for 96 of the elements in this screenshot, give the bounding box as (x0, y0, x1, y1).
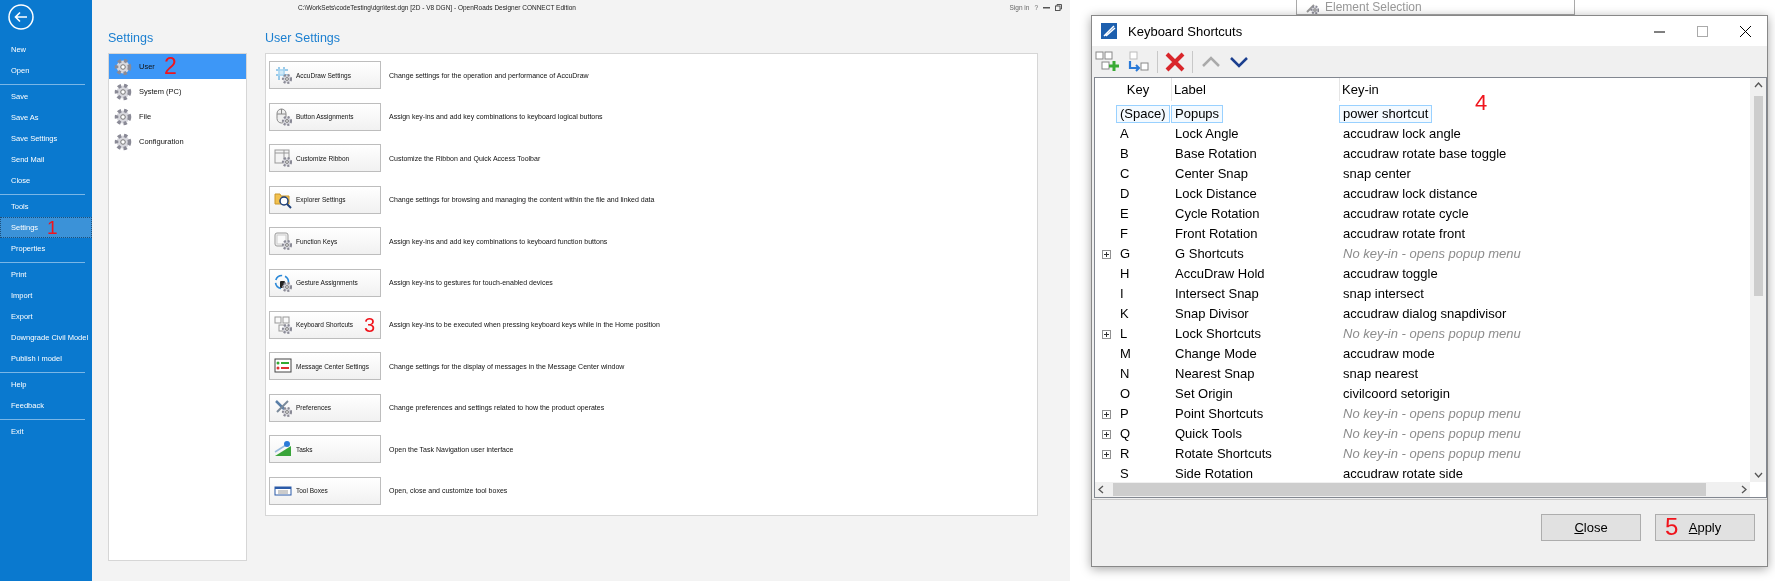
annotation-number: 3 (364, 314, 376, 335)
annotation-number: 5 (1665, 515, 1679, 539)
app-icon (1100, 22, 1118, 40)
restore-icon[interactable] (1055, 3, 1062, 11)
label-cell-text: Cycle Rotation (1174, 205, 1261, 223)
grid-gear-icon (274, 66, 292, 84)
label-cell-text: Quick Tools (1174, 425, 1243, 443)
expand-icon[interactable] (1102, 249, 1111, 259)
keyin-cell-text: accudraw mode (1342, 345, 1436, 363)
keyin-cell-text: snap nearest (1342, 365, 1420, 383)
folder-magnifier-icon (274, 190, 292, 209)
key-cell-text: C (1119, 165, 1131, 183)
keyin-cell-text: No key-in - opens popup menu (1342, 325, 1522, 343)
annotation-number: 1 (47, 218, 58, 237)
mouse-gear-icon (274, 107, 292, 126)
key-cell-text: M (1119, 345, 1132, 363)
dialog-title: Keyboard Shortcuts (1128, 23, 1244, 39)
label-cell-text: G Shortcuts (1174, 245, 1245, 263)
keyin-cell-text: accudraw rotate front (1342, 225, 1467, 243)
keyin-cell-text: accudraw rotate side (1342, 465, 1464, 482)
key-cell-text: H (1119, 265, 1131, 283)
key-cell-text: B (1119, 145, 1130, 163)
label-cell: Popups (1171, 105, 1224, 123)
section-title: Settings (108, 30, 155, 47)
key-cell-text: D (1119, 185, 1131, 203)
annotation-number: 2 (164, 55, 177, 78)
label-cell-text: Intersect Snap (1174, 285, 1260, 303)
message-list-icon (274, 357, 292, 376)
keyin-cell-text: accudraw rotate cycle (1342, 205, 1470, 223)
keyin-cell-text: No key-in - opens popup menu (1342, 425, 1522, 443)
vertical-scrollbar[interactable] (1750, 78, 1766, 482)
label-cell-text: Base Rotation (1174, 145, 1258, 163)
key-cell-text: K (1119, 305, 1130, 323)
keyin-cell-text: accudraw lock distance (1342, 185, 1479, 203)
close-icon (1740, 25, 1751, 37)
key-cell-text: E (1119, 205, 1130, 223)
key-cell-text: P (1119, 405, 1130, 423)
key-gear-icon (274, 232, 292, 251)
key-cell-text: A (1119, 125, 1130, 143)
label-cell-text: Lock Shortcuts (1174, 325, 1262, 343)
gear-icon (114, 82, 132, 101)
key-cell-text: S (1119, 465, 1130, 482)
label-cell-text: Set Origin (1174, 385, 1234, 403)
label-cell-text: Front Rotation (1174, 225, 1259, 243)
horizontal-scrollbar[interactable] (1095, 482, 1750, 497)
key-cell-text: R (1119, 445, 1131, 463)
label-cell-text: Lock Angle (1174, 125, 1240, 143)
key-cell-text: I (1119, 285, 1125, 303)
label-cell-text: Point Shortcuts (1174, 405, 1265, 423)
key-cell-text: O (1119, 385, 1132, 403)
keyin-cell: power shortcut (1339, 105, 1433, 123)
keyin-cell-text: accudraw dialog snapdivisor (1342, 305, 1508, 323)
label-cell-text: Center Snap (1174, 165, 1249, 183)
scroll-thumb[interactable] (1113, 483, 1706, 496)
label-cell-text: AccuDraw Hold (1174, 265, 1266, 283)
keyin-cell-text: accudraw toggle (1342, 265, 1439, 283)
gear-icon (114, 107, 132, 126)
expand-icon[interactable] (1102, 329, 1111, 339)
gear-icon (114, 132, 132, 151)
slope-ball-icon (274, 440, 292, 459)
scroll-thumb[interactable] (1753, 96, 1763, 296)
key-cell: (Space) (1116, 105, 1170, 123)
keyin-cell-text: civilcoord setorigin (1342, 385, 1451, 403)
keyin-cell-text: No key-in - opens popup menu (1342, 245, 1522, 263)
keyin-cell-text: accudraw rotate base toggle (1342, 145, 1508, 163)
dialog-button[interactable]: Close (1541, 514, 1641, 541)
gear-icon (114, 57, 132, 76)
label-cell-text: Change Mode (1174, 345, 1258, 363)
circular-arrows-icon (274, 273, 292, 292)
wrench-screwdriver-icon (274, 398, 292, 417)
keyin-cell-text: No key-in - opens popup menu (1342, 445, 1522, 463)
add-key-icon[interactable] (1095, 49, 1121, 74)
maximize-icon (1697, 25, 1708, 37)
expand-icon[interactable] (1102, 429, 1111, 439)
keys-gear-icon (274, 315, 292, 334)
window-title: Element Selection (1325, 0, 1423, 14)
keyin-cell-text: snap intersect (1342, 285, 1425, 303)
key-cell-text: G (1119, 245, 1132, 263)
window-gear-icon (274, 149, 292, 168)
keyin-cell-text: No key-in - opens popup menu (1342, 405, 1522, 423)
key-cell-text: F (1119, 225, 1129, 243)
keyin-cell-text: snap center (1342, 165, 1412, 183)
label-cell-text: Rotate Shortcuts (1174, 445, 1273, 463)
column-header[interactable]: Label (1171, 78, 1339, 101)
label-cell-text: Nearest Snap (1174, 365, 1256, 383)
label-cell-text: Lock Distance (1174, 185, 1258, 203)
key-cell-text: N (1119, 365, 1131, 383)
section-title: User Settings (265, 30, 342, 47)
key-cell-text: L (1119, 325, 1129, 343)
keyin-cell-text: accudraw lock angle (1342, 125, 1462, 143)
label-cell-text: Snap Divisor (1174, 305, 1250, 323)
expand-icon[interactable] (1102, 449, 1111, 459)
expand-icon[interactable] (1102, 409, 1111, 419)
label-cell-text: Side Rotation (1174, 465, 1255, 482)
key-cell-text: Q (1119, 425, 1132, 443)
column-header[interactable]: Key (1103, 78, 1171, 101)
